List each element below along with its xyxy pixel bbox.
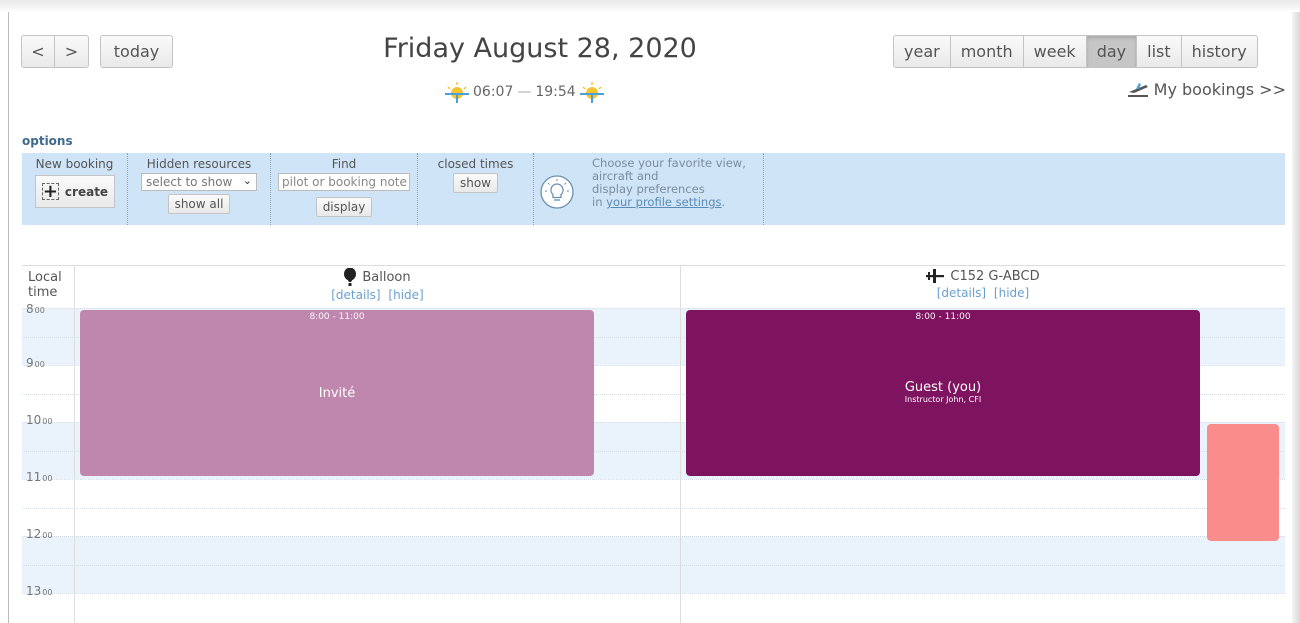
day-calendar: Local time Balloon [details] [hide] C152…: [22, 265, 1285, 623]
tip-line-4-suffix: .: [721, 195, 726, 209]
chevron-left-icon: <: [31, 42, 45, 61]
hour-label: 1100: [26, 470, 53, 484]
sunrise-icon: [445, 82, 469, 103]
view-history-button[interactable]: history: [1181, 35, 1258, 68]
find-label: Find: [331, 157, 357, 171]
lightbulb-icon: [540, 175, 574, 209]
resource-details-link[interactable]: [details]: [937, 286, 986, 300]
nav-group: < >: [21, 35, 89, 68]
local-time-label: Local time: [28, 270, 62, 300]
booking-event-balloon[interactable]: 8:00 - 11:00 Invité: [80, 310, 594, 476]
resource-header-c152: C152 G-ABCD [details] [hide]: [681, 268, 1285, 300]
hidden-resources-label: Hidden resources: [146, 157, 252, 171]
event-time: 8:00 - 11:00: [915, 312, 971, 322]
sun-dash: —: [517, 84, 532, 100]
tip-text: Choose your favorite view, aircraft and …: [592, 157, 746, 209]
closed-time-block[interactable]: [1207, 424, 1279, 541]
sunset-time: 19:54: [535, 84, 576, 100]
new-booking-label: New booking: [35, 157, 114, 171]
sunset-icon: [579, 82, 604, 103]
tip-line-4: in your profile settings.: [592, 196, 746, 209]
time-slot[interactable]: [22, 536, 1285, 565]
today-button[interactable]: today: [100, 35, 173, 68]
prev-button[interactable]: <: [21, 35, 55, 68]
options-link[interactable]: options: [22, 134, 73, 148]
find-panel: Find pilot or booking note display: [271, 153, 418, 225]
sun-times: 06:07 — 19:54: [445, 80, 604, 104]
time-slot[interactable]: [22, 564, 1285, 593]
event-subtitle: Instructor John, CFI: [904, 395, 982, 404]
plus-icon: +: [41, 180, 59, 202]
calendar-header: Local time Balloon [details] [hide] C152…: [22, 266, 1285, 308]
closed-times-show-button[interactable]: show: [452, 173, 498, 193]
profile-settings-link[interactable]: your profile settings: [606, 195, 721, 209]
balloon-icon: [344, 268, 357, 286]
closed-times-label: closed times: [437, 157, 514, 171]
hour-label: 1200: [26, 527, 53, 541]
resource-header-balloon: Balloon [details] [hide]: [75, 268, 680, 302]
view-list-button[interactable]: list: [1137, 35, 1182, 68]
resource-name: C152 G-ABCD: [950, 268, 1040, 284]
view-switcher: year month week day list history: [893, 35, 1258, 68]
time-slot[interactable]: [22, 507, 1285, 537]
local-time-label-line2: time: [28, 285, 58, 300]
event-title: Guest (you): [904, 380, 982, 395]
closed-times-panel: closed times show: [418, 153, 534, 225]
hour-label: 1300: [26, 584, 53, 598]
chevron-right-icon: >: [64, 42, 79, 61]
view-year-button[interactable]: year: [893, 35, 951, 68]
display-button[interactable]: display: [315, 197, 373, 217]
event-time: 8:00 - 11:00: [309, 312, 365, 322]
hidden-resources-select-value: select to show: [146, 175, 233, 189]
hidden-resources-select[interactable]: select to show ⌄: [141, 173, 257, 191]
resource-name: Balloon: [362, 269, 411, 285]
sunrise-time: 06:07: [473, 84, 514, 100]
time-slot[interactable]: [22, 593, 1285, 622]
window-left-edge: [8, 12, 9, 623]
view-month-button[interactable]: month: [950, 35, 1024, 68]
my-bookings-label: My bookings >>: [1153, 80, 1286, 99]
next-button[interactable]: >: [55, 35, 89, 68]
profile-tip: Choose your favorite view, aircraft and …: [534, 153, 764, 225]
booking-event-c152[interactable]: 8:00 - 11:00 Guest (you) Instructor John…: [686, 310, 1200, 476]
create-label: create: [64, 184, 109, 199]
window-top-edge: [0, 0, 1300, 12]
time-slot[interactable]: [22, 479, 1285, 508]
find-input[interactable]: pilot or booking note: [278, 173, 410, 191]
resource-hide-link[interactable]: [hide]: [994, 286, 1029, 300]
hour-label: 900: [26, 356, 45, 370]
window-right-edge: [1292, 12, 1300, 623]
hour-label: 800: [26, 302, 45, 316]
page-title: Friday August 28, 2020: [383, 33, 697, 64]
event-title: Invité: [318, 386, 356, 401]
tip-line-4-prefix: in: [592, 195, 607, 209]
view-week-button[interactable]: week: [1023, 35, 1087, 68]
resource-details-link[interactable]: [details]: [331, 288, 380, 302]
show-all-button[interactable]: show all: [167, 194, 231, 214]
hidden-resources-panel: Hidden resources select to show ⌄ show a…: [128, 153, 271, 225]
time-column-divider: [74, 266, 75, 623]
local-time-label-line1: Local: [28, 270, 62, 285]
resource-column-divider: [680, 266, 681, 623]
options-bar: New booking + create Hidden resources se…: [22, 153, 1285, 225]
chevron-down-icon: ⌄: [242, 174, 252, 187]
my-bookings-link[interactable]: My bookings >>: [1126, 80, 1286, 99]
create-button[interactable]: + create: [35, 175, 115, 208]
new-booking-panel: New booking + create: [22, 153, 128, 225]
hour-label: 1000: [26, 413, 53, 427]
view-day-button[interactable]: day: [1086, 35, 1138, 68]
plane-takeoff-icon: [1127, 82, 1148, 97]
resource-hide-link[interactable]: [hide]: [388, 288, 423, 302]
airplane-icon: [926, 269, 945, 283]
